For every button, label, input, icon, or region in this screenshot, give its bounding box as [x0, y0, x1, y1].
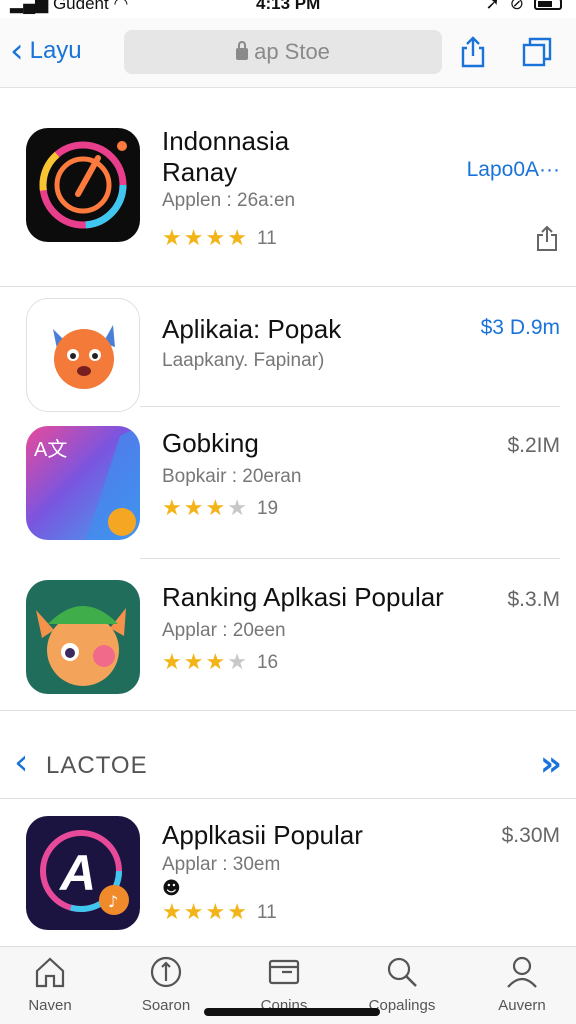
back-button[interactable]: ‹ Layu: [10, 31, 82, 71]
music-disc-icon: [39, 141, 127, 229]
app-name: Aplikaia: Popak: [162, 314, 342, 344]
app-name: Applkasii Popular: [162, 820, 363, 850]
price-label[interactable]: $.3.M: [507, 588, 560, 612]
star-icon: ★: [183, 496, 204, 521]
star-empty-icon: ★: [227, 496, 247, 521]
carrier-label: ▂▄▆ Gudent ◠: [10, 0, 128, 14]
app-name: Gobking: [162, 428, 259, 458]
app-name-line2: Ranay: [162, 157, 238, 187]
translate-icon: A文: [34, 426, 140, 540]
star-icon: ★: [162, 226, 182, 251]
featured-app[interactable]: A ♪ Applkasii Popular Applar : 30em ☻ ★ …: [0, 798, 576, 946]
status-bar: ▂▄▆ Gudent ◠ 4:13 PM ➚ ⊘: [0, 0, 576, 18]
star-half-icon: ★: [227, 900, 247, 925]
price-label[interactable]: $3 D.9m: [481, 316, 560, 340]
app-icon: A ♪: [26, 816, 140, 930]
list-item[interactable]: Indonnasia Ranay Applen : 26a:en ★ ★ ★ ★…: [0, 90, 576, 286]
home-indicator[interactable]: [204, 1008, 380, 1016]
app-subtitle: Applar : 30em: [162, 854, 281, 875]
alarm-icon: ⊘: [509, 0, 524, 13]
wifi-icon: ◠: [113, 0, 129, 13]
svg-text:♪: ♪: [108, 892, 118, 911]
list-item[interactable]: A文 Gobking Bopkair : 20eran ★ ★ ★ ★ 19 $…: [0, 406, 576, 558]
section-title: LACTOE: [46, 752, 148, 779]
star-icon: ★: [162, 496, 182, 521]
signal-icon: ▂▄▆: [10, 0, 49, 13]
star-rating: ★ ★ ★ ★ 16: [162, 652, 278, 674]
status-time: 4:13 PM: [256, 0, 321, 13]
app-subtitle: Applen : 26a:en: [162, 190, 296, 211]
star-icon: ★: [183, 226, 204, 251]
double-chevron-right-icon[interactable]: »: [540, 744, 562, 784]
letter-a-icon: A ♪: [40, 830, 129, 915]
star-icon: ★: [205, 900, 226, 925]
chevron-left-icon: ‹: [10, 31, 24, 71]
price-label[interactable]: $.30M: [502, 824, 560, 848]
star-empty-icon: ★: [227, 650, 247, 675]
star-rating: ★ ★ ★ ★ 19: [162, 498, 278, 520]
star-icon: ★: [183, 900, 204, 925]
rating-count: 11: [256, 902, 277, 923]
location-icon: ➚: [485, 0, 500, 13]
section-header: ‹ LACTOE »: [0, 742, 576, 790]
star-half-icon: ★: [227, 226, 247, 251]
star-icon: ★: [205, 226, 226, 251]
list-item[interactable]: Aplikaia: Popak Laapkany. Fapinar) $3 D.…: [0, 286, 576, 412]
tab-home[interactable]: Naven: [0, 955, 100, 1014]
star-icon: ★: [162, 900, 182, 925]
star-icon: ★: [205, 496, 226, 521]
battery-icon: [534, 0, 562, 10]
home-icon: [35, 957, 65, 988]
compass-icon: [150, 956, 182, 988]
tab-collections[interactable]: Conins: [234, 955, 334, 1014]
star-rating: ★ ★ ★ ★ 11: [162, 228, 277, 250]
app-subtitle: Applar : 20een: [162, 620, 286, 641]
address-bar[interactable]: ap Stoe: [124, 30, 442, 74]
star-half-icon: ★: [205, 650, 226, 675]
folder-icon: [268, 959, 300, 985]
app-subtitle: Bopkair : 20eran: [162, 466, 302, 487]
cat-mascot-icon: [36, 606, 126, 686]
chevron-left-icon[interactable]: ‹: [14, 742, 28, 783]
app-list: Indonnasia Ranay Applen : 26a:en ★ ★ ★ ★…: [0, 90, 576, 946]
tab-search-2[interactable]: Copalings: [352, 955, 452, 1014]
app-subtitle: Laapkany. Fapinar): [162, 350, 325, 371]
app-name: Ranking Aplkasi Popular: [162, 582, 444, 612]
browser-nav-bar: ‹ Layu ap Stoe: [0, 18, 576, 88]
svg-text:A文: A文: [34, 438, 67, 461]
star-icon: ★: [183, 650, 204, 675]
fox-mascot-icon: [53, 325, 115, 389]
star-icon: ★: [162, 650, 182, 675]
star-rating: ★ ★ ★ ★ 11: [162, 902, 277, 924]
back-label: Layu: [29, 37, 82, 64]
app-icon: [26, 298, 140, 412]
price-label[interactable]: $.2IM: [507, 434, 560, 458]
share-icon[interactable]: [536, 226, 558, 252]
app-icon: [26, 580, 140, 694]
emoji-icon: ☻: [162, 878, 181, 899]
svg-text:A: A: [58, 845, 96, 901]
app-name: Indonnasia: [162, 126, 290, 156]
rating-count: 16: [256, 652, 279, 673]
app-icon: A文: [26, 426, 140, 540]
rating-count: 19: [256, 498, 279, 519]
rating-count: 11: [256, 228, 277, 249]
app-icon: [26, 128, 140, 242]
tab-search[interactable]: Soaron: [116, 955, 216, 1014]
list-item[interactable]: Ranking Aplkasi Popular Applar : 20een ★…: [0, 558, 576, 710]
tab-account[interactable]: Auvern: [472, 955, 572, 1014]
tabs-icon[interactable]: [522, 36, 552, 68]
person-icon: [507, 956, 537, 988]
divider: [0, 710, 576, 711]
search-icon: [387, 957, 417, 987]
share-icon[interactable]: [458, 36, 488, 68]
address-text: ap Stoe: [254, 39, 330, 64]
lock-icon: [236, 41, 249, 60]
get-button[interactable]: Lapo0A···: [467, 158, 560, 182]
